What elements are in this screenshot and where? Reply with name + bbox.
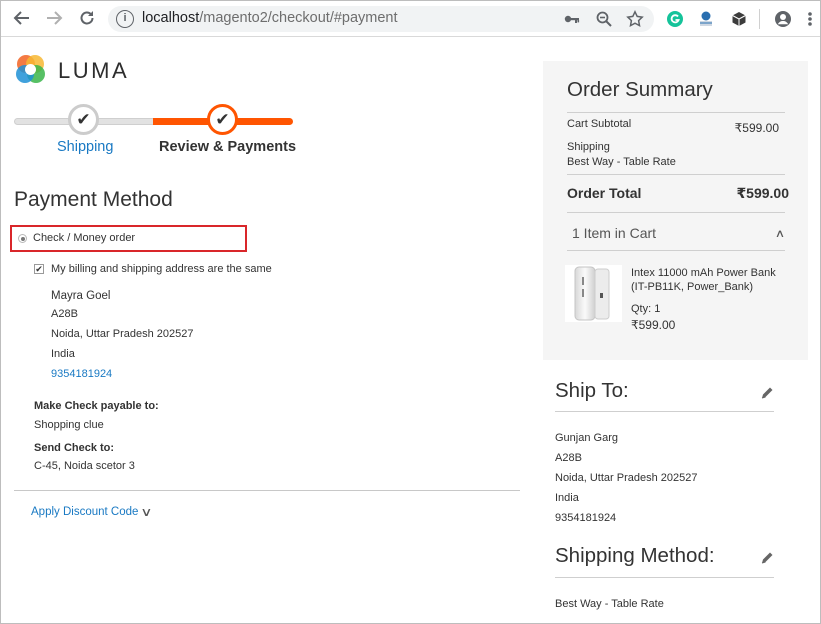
payment-method-title: Payment Method [14,188,173,211]
back-arrow-icon[interactable] [12,9,32,29]
ship-to-street: A28B [555,452,582,464]
billing-city: Noida, Uttar Pradesh 202527 [51,328,194,340]
items-in-cart-toggle[interactable]: 1 Item in Cart [572,225,656,241]
ship-to-name: Gunjan Garg [555,432,618,444]
summary-divider [567,212,785,213]
order-total-label: Order Total [567,185,642,201]
account-icon[interactable] [774,10,792,28]
step-shipping-link[interactable]: Shipping [57,139,113,155]
send-check-value: C-45, Noida scetor 3 [34,460,135,472]
url-path: /magento2/checkout/#payment [199,10,398,26]
send-check-label: Send Check to: [34,442,115,454]
step-review-check-icon: ✔ [207,104,238,135]
edit-shipping-method-pencil-icon[interactable] [760,551,774,565]
summary-divider [567,250,785,251]
logo-text[interactable]: LUMA [58,58,129,84]
product-qty: Qty: 1 [631,303,661,315]
key-icon[interactable] [563,10,581,28]
product-price: ₹599.00 [631,318,676,332]
ship-to-country: India [555,492,579,504]
step-review-label: Review & Payments [159,139,297,155]
cart-subtotal-label: Cart Subtotal [567,118,632,130]
reload-icon[interactable] [77,9,97,29]
menu-icon[interactable] [801,10,819,28]
same-address-label[interactable]: My billing and shipping address are the … [51,263,272,275]
summary-divider [567,174,785,175]
power-bank-image [565,265,622,322]
address-bar[interactable]: i localhost/magento2/checkout/#payment [108,6,654,32]
ship-to-title: Ship To: [555,379,629,402]
shipping-method-title: Shipping Method: [555,544,715,567]
luma-logo-icon[interactable] [14,53,47,86]
ship-to-divider [555,411,774,412]
shipping-method-value: Best Way - Table Rate [555,598,664,610]
browser-toolbar: i localhost/magento2/checkout/#payment [1,1,820,37]
grammarly-icon[interactable] [666,10,684,28]
payable-to-value: Shopping clue [34,419,104,431]
cart-subtotal-value: ₹599.00 [734,121,779,135]
billing-phone-link[interactable]: 9354181924 [51,368,112,380]
payment-divider [14,490,520,491]
order-total-value: ₹599.00 [736,185,789,201]
url-text: localhost/magento2/checkout/#payment [142,10,398,26]
billing-street: A28B [51,308,78,320]
billing-name: Mayra Goel [51,290,111,302]
summary-divider [567,112,785,113]
package-icon[interactable] [730,10,748,28]
order-summary-title: Order Summary [567,78,713,101]
shipping-method-summary: Best Way - Table Rate [567,156,676,168]
url-host: localhost [142,10,200,26]
product-name: Intex 11000 mAh Power Bank (IT-PB11K, Po… [631,267,776,293]
zoom-icon[interactable] [595,10,613,28]
chevron-down-icon[interactable]: ∨ [140,505,152,519]
check-money-order-label[interactable]: Check / Money order [33,232,135,244]
toolbar-divider [759,9,760,29]
billing-country: India [51,348,75,360]
apply-discount-link[interactable]: Apply Discount Code [31,506,138,518]
step-shipping-check-icon[interactable]: ✔ [68,104,99,135]
ship-to-phone-link[interactable]: 9354181924 [555,512,616,524]
chevron-up-icon[interactable]: ∧ [775,227,785,240]
forward-arrow-icon[interactable] [44,9,64,29]
shipping-label: Shipping [567,141,610,153]
shipping-method-divider [555,577,774,578]
same-address-checkbox[interactable]: ✔ [34,264,44,274]
edit-ship-to-pencil-icon[interactable] [760,386,774,400]
info-icon[interactable]: i [116,10,134,28]
bookmark-star-icon[interactable] [626,10,644,28]
ship-to-city: Noida, Uttar Pradesh 202527 [555,472,698,484]
payable-to-label: Make Check payable to: [34,400,159,412]
extension-icon[interactable] [697,10,715,28]
check-money-order-radio[interactable] [18,234,27,243]
